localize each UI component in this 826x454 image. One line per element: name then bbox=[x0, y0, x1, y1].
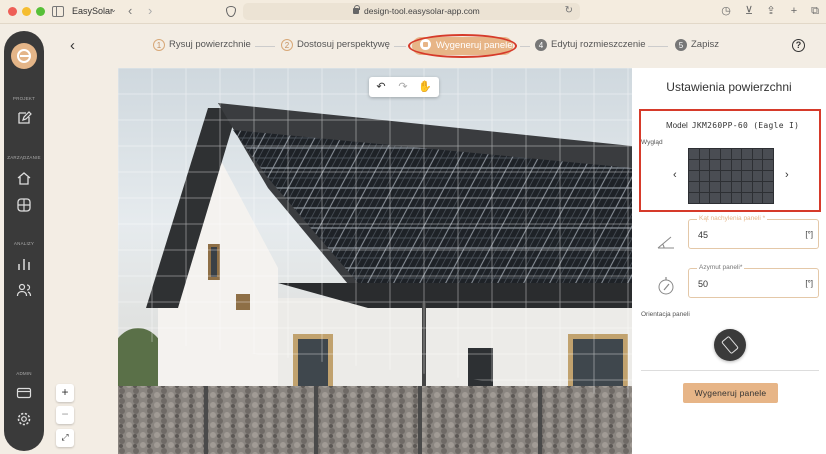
home-icon[interactable] bbox=[16, 170, 32, 186]
appearance-label: Wygląd bbox=[641, 139, 663, 146]
share-icon[interactable]: ⇪ bbox=[764, 4, 778, 18]
settings-gear-icon[interactable] bbox=[16, 411, 32, 427]
next-model-button[interactable]: › bbox=[785, 169, 789, 181]
rotate-orientation-button[interactable] bbox=[714, 329, 746, 361]
close-window-button[interactable] bbox=[8, 7, 17, 16]
step-connector bbox=[394, 46, 406, 47]
panel-title: Ustawienia powierzchni bbox=[666, 80, 792, 94]
users-icon[interactable] bbox=[16, 282, 32, 298]
zoom-in-button[interactable]: + bbox=[56, 384, 74, 402]
azimuth-input[interactable]: Azymut paneli* 50 [°] bbox=[688, 264, 819, 298]
module-model-selector: Model JKM260PP-60 (Eagle I) Wygląd ‹ › bbox=[639, 109, 821, 212]
tab-overview-icon[interactable]: ⧉ bbox=[808, 4, 822, 18]
step-connector bbox=[648, 46, 668, 47]
azimuth-value: 50 bbox=[698, 279, 709, 289]
undo-icon[interactable]: ↶ bbox=[371, 79, 391, 95]
model-value[interactable]: JKM260PP-60 (Eagle I) bbox=[692, 121, 799, 130]
tab-group-name[interactable]: EasySolar bbox=[72, 6, 113, 16]
step-adjust-perspective[interactable]: 2 Dostosuj perspektywę bbox=[281, 39, 390, 51]
design-canvas[interactable] bbox=[118, 68, 632, 454]
url-text: design-tool.easysolar-app.com bbox=[364, 6, 480, 16]
sidebar-toggle-icon[interactable] bbox=[52, 6, 64, 17]
orientation-label: Orientacja paneli bbox=[641, 311, 690, 318]
step-connector bbox=[255, 46, 275, 47]
maximize-window-button[interactable] bbox=[36, 7, 45, 16]
redo-icon[interactable]: ↷ bbox=[393, 79, 413, 95]
edit-project-icon[interactable] bbox=[16, 110, 32, 126]
model-label: Model bbox=[666, 121, 688, 130]
step-draw-surfaces[interactable]: 1 Rysuj powierzchnie bbox=[153, 39, 251, 51]
help-icon[interactable]: ? bbox=[792, 39, 805, 52]
grid-icon[interactable] bbox=[16, 197, 32, 213]
compass-azimuth-icon bbox=[656, 276, 676, 296]
sidebar-section-label: ADMIN bbox=[16, 371, 32, 376]
sidebar-section-label: ZARZĄDZANIE bbox=[7, 155, 41, 160]
azimuth-label: Azymut paneli* bbox=[697, 264, 745, 271]
highlight-annotation bbox=[408, 34, 517, 58]
browser-forward-button[interactable]: › bbox=[148, 3, 152, 18]
canvas-toolbar: ↶ ↷ ✋ bbox=[369, 77, 439, 97]
azimuth-unit: [°] bbox=[805, 279, 813, 288]
pan-hand-icon[interactable]: ✋ bbox=[415, 79, 435, 95]
lock-icon bbox=[353, 5, 360, 14]
previous-model-button[interactable]: ‹ bbox=[673, 169, 677, 181]
tilt-angle-icon bbox=[656, 231, 676, 251]
generate-panels-button[interactable]: Wygeneruj panele bbox=[683, 383, 778, 403]
sidebar-section-label: ANALIZY bbox=[13, 241, 35, 246]
house-photo bbox=[118, 68, 632, 454]
bar-chart-icon[interactable] bbox=[16, 256, 32, 272]
address-bar[interactable]: design-tool.easysolar-app.com ↻ bbox=[243, 3, 580, 20]
browser-back-button[interactable]: ‹ bbox=[128, 3, 132, 18]
download-icon[interactable]: ⊻ bbox=[742, 4, 756, 18]
step-save[interactable]: 5 Zapisz bbox=[675, 39, 719, 51]
step-edit-layout[interactable]: 4 Edytuj rozmieszczenie bbox=[535, 39, 646, 51]
tilt-angle-value: 45 bbox=[698, 230, 709, 240]
billing-card-icon[interactable] bbox=[16, 385, 32, 401]
privacy-shield-icon[interactable] bbox=[226, 6, 236, 17]
browser-toolbar: EasySolar ⌄ ‹ › design-tool.easysolar-ap… bbox=[0, 0, 826, 24]
reload-icon[interactable]: ↻ bbox=[565, 5, 573, 16]
zoom-out-button[interactable]: − bbox=[56, 406, 74, 424]
tilt-angle-label: Kąt nachylenia paneli * bbox=[697, 215, 768, 222]
minimize-window-button[interactable] bbox=[22, 7, 31, 16]
tilt-angle-input[interactable]: Kąt nachylenia paneli * 45 [°] bbox=[688, 215, 819, 249]
back-button[interactable]: ‹ bbox=[70, 37, 75, 54]
fit-screen-icon[interactable]: ⤢ bbox=[56, 429, 74, 447]
easysolar-logo[interactable] bbox=[11, 43, 37, 69]
sidebar-section-label: PROJEKT bbox=[12, 96, 36, 101]
chevron-down-icon[interactable]: ⌄ bbox=[110, 5, 117, 14]
step-connector bbox=[520, 46, 530, 47]
history-icon[interactable]: ◷ bbox=[719, 4, 733, 18]
rotate-panel-icon bbox=[721, 335, 739, 355]
tilt-angle-unit: [°] bbox=[805, 230, 813, 239]
surface-settings-panel: Ustawienia powierzchni Model JKM260PP-60 … bbox=[632, 68, 826, 454]
app-sidebar: PROJEKT ZARZĄDZANIE ANALIZY ADMIN bbox=[4, 31, 44, 451]
divider bbox=[641, 370, 819, 371]
module-preview-image bbox=[688, 148, 774, 204]
new-tab-icon[interactable]: + bbox=[787, 4, 801, 18]
